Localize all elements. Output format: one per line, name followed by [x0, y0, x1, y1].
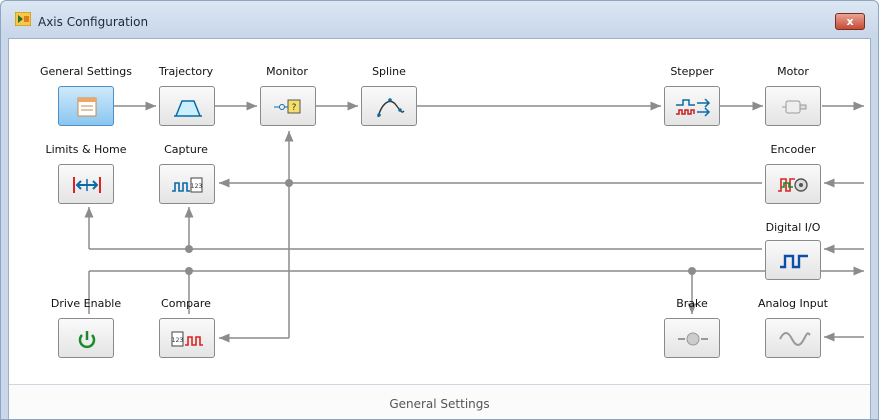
svg-text:123: 123 [172, 337, 184, 344]
general-settings-label: General Settings [40, 65, 132, 78]
motor-icon [782, 100, 807, 114]
signal-wires [84, 101, 864, 343]
compare-icon: 123 [171, 331, 203, 347]
monitor-label: Monitor [266, 65, 308, 78]
close-button[interactable]: x [835, 13, 865, 30]
brake-label: Brake [676, 297, 708, 310]
stepper-signal-icon [676, 98, 711, 117]
power-icon [78, 331, 96, 349]
trajectory-button[interactable] [159, 86, 215, 126]
diagram-area: General Settings Trajectory Monitor Spli… [8, 38, 871, 419]
spline-label: Spline [372, 65, 406, 78]
close-icon: x [846, 15, 854, 28]
trapezoid-profile-icon [174, 100, 202, 117]
svg-text:123: 123 [191, 183, 203, 190]
panel-title: General Settings [389, 397, 490, 411]
limits-home-icon [73, 177, 101, 193]
settings-panel: General Settings [9, 384, 870, 419]
capture-label: Capture [164, 143, 208, 156]
svg-text:?: ? [292, 103, 297, 113]
window-title: Axis Configuration [38, 15, 149, 29]
drive-enable-button[interactable] [58, 318, 114, 358]
encoder-icon [778, 178, 808, 192]
motor-label: Motor [777, 65, 809, 78]
encoder-button[interactable] [765, 164, 821, 204]
stepper-button[interactable] [664, 86, 720, 126]
general-settings-button[interactable] [58, 86, 114, 126]
spline-curve-icon [377, 98, 405, 118]
junction-dot [185, 245, 193, 253]
brake-button[interactable] [664, 318, 720, 358]
app-icon [15, 12, 31, 26]
junction-dot [688, 267, 696, 275]
digital-pulse-icon [780, 254, 808, 269]
compare-label: Compare [161, 297, 211, 310]
spline-button[interactable] [361, 86, 417, 126]
limits-home-label: Limits & Home [45, 143, 127, 156]
title-bar[interactable]: Axis Configuration x [1, 1, 878, 39]
capture-icon: 123 [172, 177, 203, 193]
compare-button[interactable]: 123 [159, 318, 215, 358]
junction-dot [285, 179, 293, 187]
motor-button[interactable] [765, 86, 821, 126]
encoder-label: Encoder [770, 143, 816, 156]
digital-io-button[interactable] [765, 240, 821, 280]
brake-icon [678, 332, 708, 346]
capture-button[interactable]: 123 [159, 164, 215, 204]
settings-sheet-icon [77, 97, 97, 117]
analog-input-button[interactable] [765, 318, 821, 358]
monitor-button[interactable]: ? [260, 86, 316, 126]
junction-dot [185, 267, 193, 275]
limits-home-button[interactable] [58, 164, 114, 204]
stepper-label: Stepper [670, 65, 714, 78]
trajectory-label: Trajectory [158, 65, 214, 78]
monitor-icon: ? [274, 99, 301, 114]
analog-input-label: Analog Input [758, 297, 828, 310]
axis-configuration-window: Axis Configuration x General Settings Tr… [0, 0, 879, 420]
digital-io-label: Digital I/O [765, 221, 821, 234]
drive-enable-label: Drive Enable [50, 297, 122, 310]
sine-wave-icon [779, 332, 811, 346]
